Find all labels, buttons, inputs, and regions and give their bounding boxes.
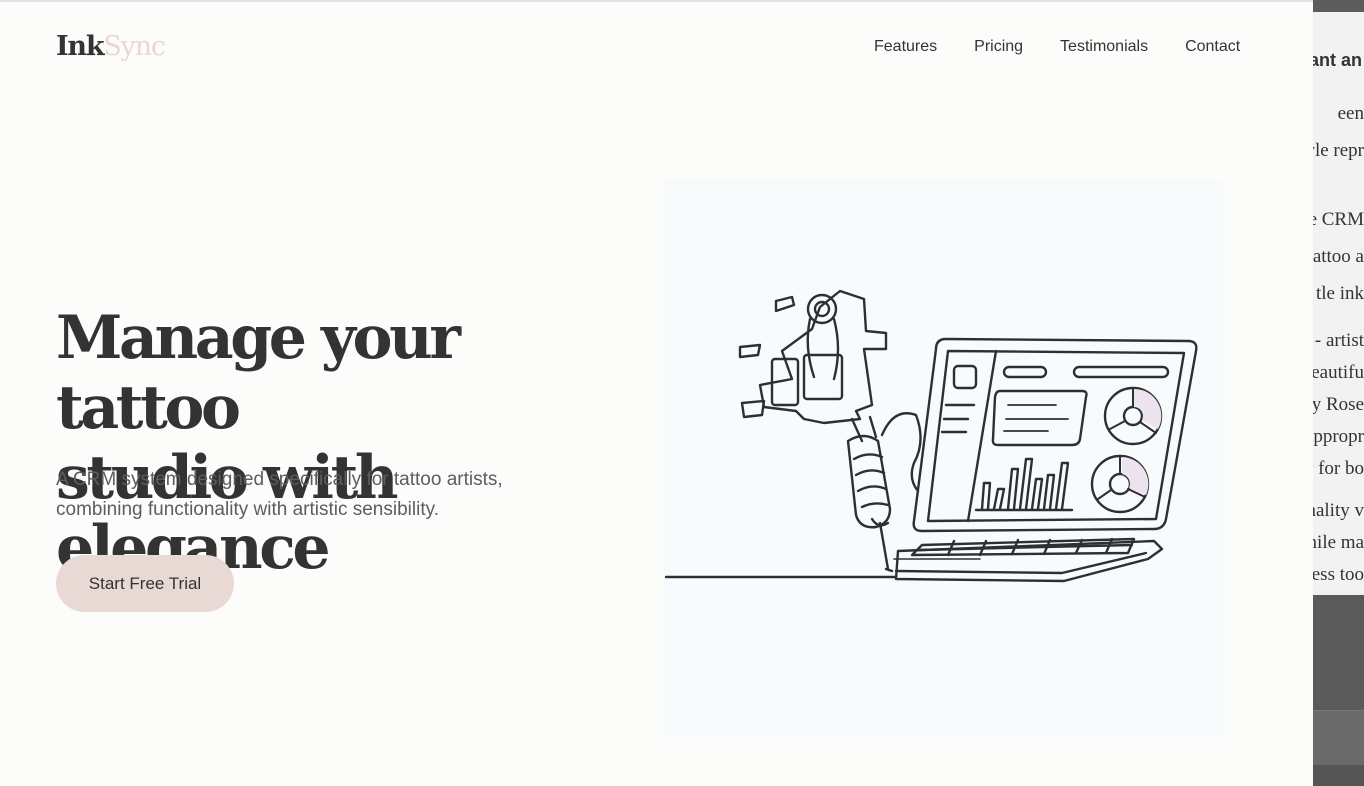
top-divider: [0, 0, 1313, 2]
tattoo-machine-laptop-illustration: [664, 179, 1223, 737]
brand-logo-part1: Ink: [56, 31, 105, 62]
side-panel-line: y Rose: [1313, 394, 1364, 415]
start-free-trial-button[interactable]: Start Free Trial: [56, 555, 234, 612]
side-panel-line: nality v: [1313, 500, 1364, 521]
landing-page: InkSync Features Pricing Testimonials Co…: [0, 0, 1313, 786]
side-panel-line: - artist: [1314, 330, 1364, 351]
side-panel-content: ant an een yle repr ne CRM attoo a tle i…: [1313, 12, 1364, 595]
main-nav: Features Pricing Testimonials Contact: [874, 37, 1240, 57]
hero-title: Manage your tattoo studio with elegance: [56, 303, 656, 583]
side-panel-line: less too: [1313, 564, 1364, 585]
side-panel-line: hile ma: [1313, 532, 1364, 553]
hero-subtitle: A CRM system designed specifically for t…: [56, 465, 576, 525]
side-panel-overlay: [1313, 595, 1364, 710]
hero-title-line1: Manage your tattoo: [56, 303, 461, 443]
side-panel-line: beautifu: [1313, 362, 1364, 383]
hero-subtitle-line2: combining functionality with artistic se…: [56, 499, 439, 520]
side-panel[interactable]: ant an een yle repr ne CRM attoo a tle i…: [1313, 0, 1364, 786]
hero-subtitle-line1: A CRM system designed specifically for t…: [56, 469, 503, 490]
side-panel-line: yle repr: [1313, 140, 1364, 161]
side-panel-bar: [1313, 710, 1364, 766]
side-panel-footer: [1313, 765, 1364, 786]
side-panel-line: ne CRM: [1313, 209, 1364, 230]
nav-link-features[interactable]: Features: [874, 37, 937, 57]
side-panel-line: tle ink: [1315, 283, 1364, 304]
side-panel-heading: ant an: [1313, 50, 1362, 70]
side-panel-line: attoo a: [1313, 246, 1364, 267]
nav-link-testimonials[interactable]: Testimonials: [1060, 37, 1148, 57]
side-panel-text: ant an een yle repr ne CRM attoo a tle i…: [1313, 12, 1364, 595]
side-panel-line: r for bo: [1313, 458, 1364, 479]
side-panel-line: appropr: [1313, 426, 1364, 447]
nav-link-contact[interactable]: Contact: [1185, 37, 1240, 57]
side-panel-line: een: [1337, 103, 1364, 124]
brand-logo-part2: Sync: [103, 31, 166, 62]
nav-link-pricing[interactable]: Pricing: [974, 37, 1023, 57]
brand-logo[interactable]: InkSync: [56, 30, 166, 64]
